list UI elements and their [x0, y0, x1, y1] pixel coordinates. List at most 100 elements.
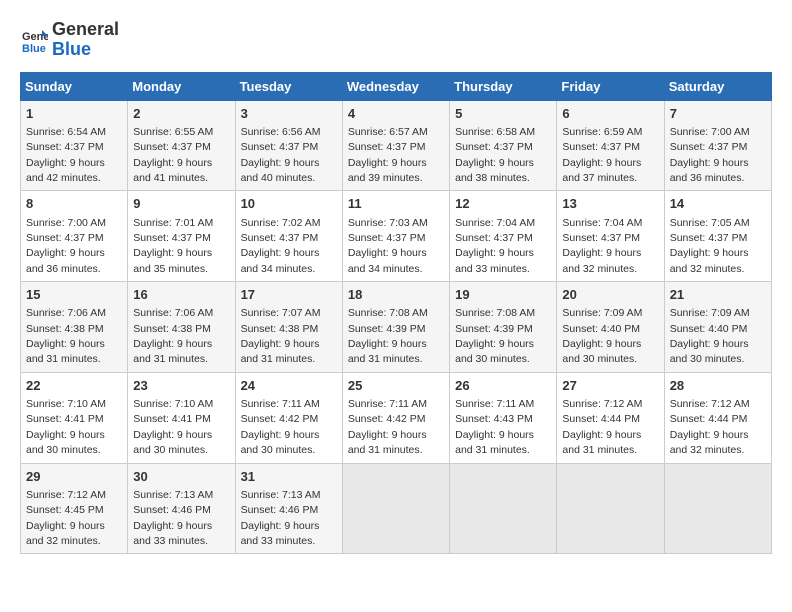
calendar-cell: 16 Sunrise: 7:06 AMSunset: 4:38 PMDaylig…	[128, 282, 235, 373]
calendar-header-wednesday: Wednesday	[342, 72, 449, 100]
calendar-cell: 29 Sunrise: 7:12 AMSunset: 4:45 PMDaylig…	[21, 463, 128, 554]
day-info: Sunrise: 7:06 AMSunset: 4:38 PMDaylight:…	[26, 307, 106, 365]
svg-text:Blue: Blue	[22, 43, 46, 54]
day-number: 15	[26, 286, 122, 304]
calendar-cell: 21 Sunrise: 7:09 AMSunset: 4:40 PMDaylig…	[664, 282, 771, 373]
day-number: 10	[241, 195, 337, 213]
calendar-cell	[342, 463, 449, 554]
calendar-week-row: 1 Sunrise: 6:54 AMSunset: 4:37 PMDayligh…	[21, 100, 772, 191]
day-info: Sunrise: 7:04 AMSunset: 4:37 PMDaylight:…	[455, 217, 535, 275]
day-info: Sunrise: 7:07 AMSunset: 4:38 PMDaylight:…	[241, 307, 321, 365]
day-info: Sunrise: 6:54 AMSunset: 4:37 PMDaylight:…	[26, 126, 106, 184]
day-info: Sunrise: 7:11 AMSunset: 4:43 PMDaylight:…	[455, 398, 534, 456]
day-number: 8	[26, 195, 122, 213]
logo-blue: Blue	[52, 40, 119, 60]
calendar-cell: 19 Sunrise: 7:08 AMSunset: 4:39 PMDaylig…	[450, 282, 557, 373]
day-number: 21	[670, 286, 766, 304]
calendar-cell: 20 Sunrise: 7:09 AMSunset: 4:40 PMDaylig…	[557, 282, 664, 373]
day-info: Sunrise: 6:56 AMSunset: 4:37 PMDaylight:…	[241, 126, 321, 184]
calendar-header-sunday: Sunday	[21, 72, 128, 100]
day-number: 17	[241, 286, 337, 304]
day-number: 9	[133, 195, 229, 213]
calendar-cell: 7 Sunrise: 7:00 AMSunset: 4:37 PMDayligh…	[664, 100, 771, 191]
calendar-cell: 28 Sunrise: 7:12 AMSunset: 4:44 PMDaylig…	[664, 372, 771, 463]
calendar-cell: 4 Sunrise: 6:57 AMSunset: 4:37 PMDayligh…	[342, 100, 449, 191]
day-info: Sunrise: 6:57 AMSunset: 4:37 PMDaylight:…	[348, 126, 428, 184]
calendar-table: SundayMondayTuesdayWednesdayThursdayFrid…	[20, 72, 772, 555]
day-info: Sunrise: 6:58 AMSunset: 4:37 PMDaylight:…	[455, 126, 535, 184]
day-info: Sunrise: 7:13 AMSunset: 4:46 PMDaylight:…	[133, 489, 213, 547]
calendar-cell: 12 Sunrise: 7:04 AMSunset: 4:37 PMDaylig…	[450, 191, 557, 282]
day-number: 12	[455, 195, 551, 213]
day-number: 29	[26, 468, 122, 486]
logo-general: General	[52, 20, 119, 40]
calendar-cell: 9 Sunrise: 7:01 AMSunset: 4:37 PMDayligh…	[128, 191, 235, 282]
calendar-cell: 31 Sunrise: 7:13 AMSunset: 4:46 PMDaylig…	[235, 463, 342, 554]
calendar-header-friday: Friday	[557, 72, 664, 100]
day-info: Sunrise: 7:09 AMSunset: 4:40 PMDaylight:…	[562, 307, 642, 365]
calendar-week-row: 29 Sunrise: 7:12 AMSunset: 4:45 PMDaylig…	[21, 463, 772, 554]
day-number: 13	[562, 195, 658, 213]
calendar-cell: 18 Sunrise: 7:08 AMSunset: 4:39 PMDaylig…	[342, 282, 449, 373]
calendar-cell: 10 Sunrise: 7:02 AMSunset: 4:37 PMDaylig…	[235, 191, 342, 282]
day-info: Sunrise: 7:08 AMSunset: 4:39 PMDaylight:…	[455, 307, 535, 365]
calendar-week-row: 22 Sunrise: 7:10 AMSunset: 4:41 PMDaylig…	[21, 372, 772, 463]
day-info: Sunrise: 6:59 AMSunset: 4:37 PMDaylight:…	[562, 126, 642, 184]
calendar-cell: 6 Sunrise: 6:59 AMSunset: 4:37 PMDayligh…	[557, 100, 664, 191]
day-number: 7	[670, 105, 766, 123]
calendar-cell: 5 Sunrise: 6:58 AMSunset: 4:37 PMDayligh…	[450, 100, 557, 191]
day-number: 3	[241, 105, 337, 123]
calendar-cell: 3 Sunrise: 6:56 AMSunset: 4:37 PMDayligh…	[235, 100, 342, 191]
day-info: Sunrise: 7:12 AMSunset: 4:45 PMDaylight:…	[26, 489, 106, 547]
day-info: Sunrise: 7:12 AMSunset: 4:44 PMDaylight:…	[670, 398, 750, 456]
day-info: Sunrise: 7:10 AMSunset: 4:41 PMDaylight:…	[26, 398, 106, 456]
calendar-header-row: SundayMondayTuesdayWednesdayThursdayFrid…	[21, 72, 772, 100]
calendar-cell: 1 Sunrise: 6:54 AMSunset: 4:37 PMDayligh…	[21, 100, 128, 191]
day-info: Sunrise: 7:03 AMSunset: 4:37 PMDaylight:…	[348, 217, 428, 275]
day-info: Sunrise: 7:09 AMSunset: 4:40 PMDaylight:…	[670, 307, 750, 365]
calendar-cell: 27 Sunrise: 7:12 AMSunset: 4:44 PMDaylig…	[557, 372, 664, 463]
calendar-cell: 11 Sunrise: 7:03 AMSunset: 4:37 PMDaylig…	[342, 191, 449, 282]
day-info: Sunrise: 7:02 AMSunset: 4:37 PMDaylight:…	[241, 217, 321, 275]
day-number: 26	[455, 377, 551, 395]
header: General Blue General Blue	[20, 20, 772, 60]
calendar-week-row: 8 Sunrise: 7:00 AMSunset: 4:37 PMDayligh…	[21, 191, 772, 282]
day-info: Sunrise: 7:11 AMSunset: 4:42 PMDaylight:…	[348, 398, 427, 456]
day-number: 27	[562, 377, 658, 395]
day-number: 31	[241, 468, 337, 486]
calendar-cell: 24 Sunrise: 7:11 AMSunset: 4:42 PMDaylig…	[235, 372, 342, 463]
calendar-cell: 22 Sunrise: 7:10 AMSunset: 4:41 PMDaylig…	[21, 372, 128, 463]
day-info: Sunrise: 7:11 AMSunset: 4:42 PMDaylight:…	[241, 398, 320, 456]
logo: General Blue General Blue	[20, 20, 119, 60]
calendar-header-saturday: Saturday	[664, 72, 771, 100]
calendar-cell: 13 Sunrise: 7:04 AMSunset: 4:37 PMDaylig…	[557, 191, 664, 282]
calendar-cell	[557, 463, 664, 554]
calendar-cell: 14 Sunrise: 7:05 AMSunset: 4:37 PMDaylig…	[664, 191, 771, 282]
day-number: 22	[26, 377, 122, 395]
day-info: Sunrise: 7:13 AMSunset: 4:46 PMDaylight:…	[241, 489, 321, 547]
calendar-cell: 17 Sunrise: 7:07 AMSunset: 4:38 PMDaylig…	[235, 282, 342, 373]
calendar-cell: 23 Sunrise: 7:10 AMSunset: 4:41 PMDaylig…	[128, 372, 235, 463]
day-number: 19	[455, 286, 551, 304]
day-number: 2	[133, 105, 229, 123]
day-number: 11	[348, 195, 444, 213]
calendar-cell	[450, 463, 557, 554]
day-info: Sunrise: 7:05 AMSunset: 4:37 PMDaylight:…	[670, 217, 750, 275]
day-info: Sunrise: 7:01 AMSunset: 4:37 PMDaylight:…	[133, 217, 213, 275]
day-info: Sunrise: 7:06 AMSunset: 4:38 PMDaylight:…	[133, 307, 213, 365]
day-info: Sunrise: 7:08 AMSunset: 4:39 PMDaylight:…	[348, 307, 428, 365]
day-info: Sunrise: 6:55 AMSunset: 4:37 PMDaylight:…	[133, 126, 213, 184]
calendar-cell: 25 Sunrise: 7:11 AMSunset: 4:42 PMDaylig…	[342, 372, 449, 463]
calendar-header-monday: Monday	[128, 72, 235, 100]
day-info: Sunrise: 7:00 AMSunset: 4:37 PMDaylight:…	[670, 126, 750, 184]
day-number: 28	[670, 377, 766, 395]
day-number: 4	[348, 105, 444, 123]
day-info: Sunrise: 7:10 AMSunset: 4:41 PMDaylight:…	[133, 398, 213, 456]
day-number: 18	[348, 286, 444, 304]
calendar-week-row: 15 Sunrise: 7:06 AMSunset: 4:38 PMDaylig…	[21, 282, 772, 373]
day-number: 6	[562, 105, 658, 123]
calendar-cell: 26 Sunrise: 7:11 AMSunset: 4:43 PMDaylig…	[450, 372, 557, 463]
day-number: 14	[670, 195, 766, 213]
day-info: Sunrise: 7:00 AMSunset: 4:37 PMDaylight:…	[26, 217, 106, 275]
calendar-header-tuesday: Tuesday	[235, 72, 342, 100]
